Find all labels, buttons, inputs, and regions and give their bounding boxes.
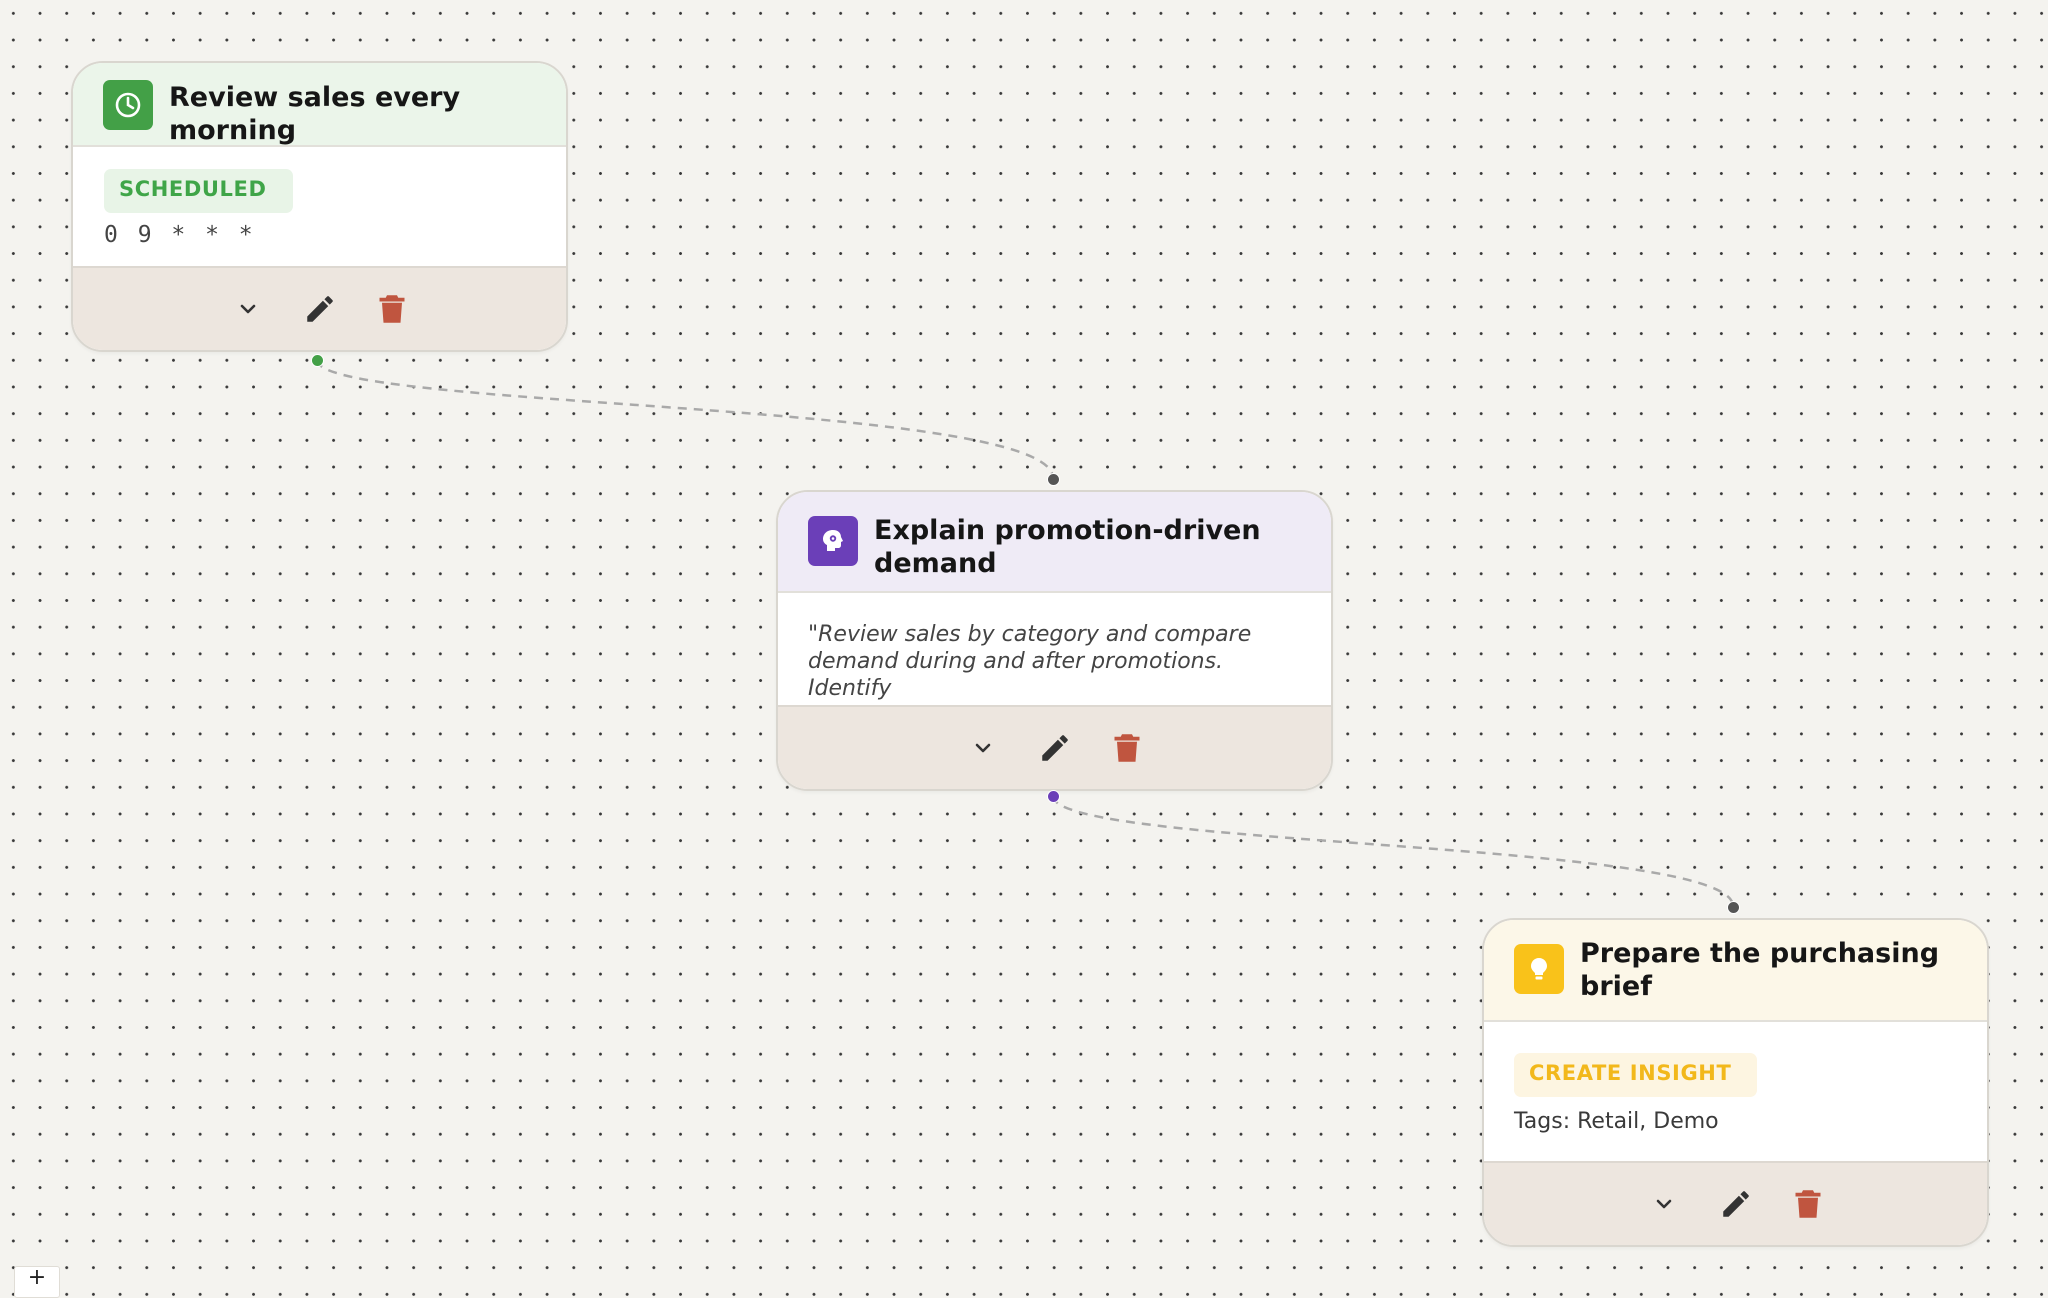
node-body: CREATE INSIGHT Tags: Retail, Demo	[1484, 1022, 1987, 1134]
node-explain-demand[interactable]: Explain promotion-driven demand "Review …	[776, 490, 1333, 791]
edge-schedule-to-explain	[315, 359, 1055, 479]
edit-button[interactable]	[1037, 730, 1073, 766]
cron-expression: 0 9 * * *	[104, 222, 256, 248]
edit-button[interactable]	[1718, 1186, 1754, 1222]
brain-gear-icon	[808, 516, 858, 566]
pencil-icon	[306, 296, 333, 322]
input-handle-explain[interactable]	[1047, 473, 1060, 486]
action-badge: CREATE INSIGHT	[1514, 1053, 1758, 1097]
edge-explain-to-insight	[1051, 795, 1735, 907]
chevron-down-icon	[240, 304, 255, 314]
node-title: Review sales every morning	[169, 82, 461, 146]
pencil-icon	[1722, 1191, 1749, 1217]
input-handle-insight[interactable]	[1727, 901, 1740, 914]
node-body: SCHEDULED 0 9 * * *	[73, 147, 566, 248]
node-title: Explain promotion-driven demand	[874, 515, 1261, 579]
delete-button[interactable]	[1109, 730, 1145, 766]
node-footer	[73, 266, 566, 350]
prompt-text: "Review sales by category and compare de…	[808, 622, 1252, 701]
node-footer	[1484, 1161, 1987, 1245]
node-header: Review sales every morning	[73, 63, 566, 147]
clock-icon	[103, 80, 153, 130]
node-footer	[778, 705, 1331, 789]
status-badge: SCHEDULED	[104, 169, 293, 213]
output-handle-schedule[interactable]	[311, 354, 324, 367]
delete-button[interactable]	[1790, 1186, 1826, 1222]
expand-button[interactable]	[965, 730, 1001, 766]
trash-icon	[1114, 734, 1139, 762]
tags-text: Tags: Retail, Demo	[1514, 1109, 1719, 1134]
node-body: "Review sales by category and compare de…	[778, 593, 1331, 702]
trash-icon	[379, 295, 404, 323]
chevron-down-icon	[1656, 1199, 1671, 1209]
node-review-sales[interactable]: Review sales every morning SCHEDULED 0 9…	[71, 61, 568, 352]
node-header: Prepare the purchasing brief	[1484, 920, 1987, 1022]
lightbulb-icon	[1514, 944, 1564, 994]
zoom-in-button[interactable]: +	[14, 1266, 60, 1298]
pencil-icon	[1041, 735, 1068, 761]
output-handle-explain[interactable]	[1047, 790, 1060, 803]
trash-icon	[1795, 1190, 1820, 1218]
node-title: Prepare the purchasing brief	[1580, 938, 1940, 1002]
delete-button[interactable]	[374, 291, 410, 327]
expand-button[interactable]	[230, 291, 266, 327]
expand-button[interactable]	[1646, 1186, 1682, 1222]
chevron-down-icon	[975, 743, 990, 753]
node-purchasing-brief[interactable]: Prepare the purchasing brief CREATE INSI…	[1482, 918, 1989, 1247]
node-header: Explain promotion-driven demand	[778, 492, 1331, 593]
edit-button[interactable]	[302, 291, 338, 327]
